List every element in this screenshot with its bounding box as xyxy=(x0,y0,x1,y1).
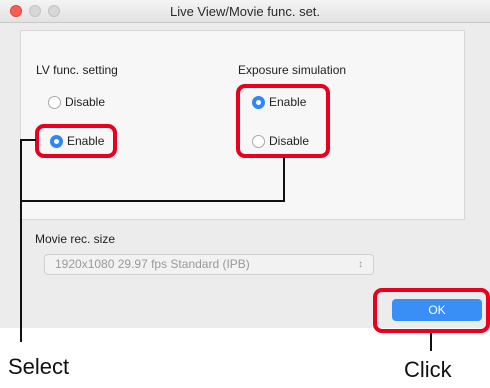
lv-enable-highlight xyxy=(35,124,117,158)
radio-off-icon xyxy=(48,95,61,109)
lv-func-setting-label: LV func. setting xyxy=(36,63,118,77)
settings-dialog: Live View/Movie func. set. LV func. sett… xyxy=(0,0,490,328)
movie-rec-size-value: 1920x1080 29.97 fps Standard (IPB) xyxy=(55,257,250,271)
exposure-simulation-label: Exposure simulation xyxy=(238,63,347,77)
lv-func-disable-radio[interactable]: Disable xyxy=(48,95,105,109)
movie-rec-size-label: Movie rec. size xyxy=(35,232,116,246)
title-bar: Live View/Movie func. set. xyxy=(0,0,490,23)
chevron-up-down-icon: ↕ xyxy=(358,259,363,270)
select-leader-horizontal xyxy=(20,200,285,202)
ok-button-highlight xyxy=(373,288,490,333)
select-caption: Select xyxy=(8,354,70,379)
lv-func-disable-label: Disable xyxy=(65,95,106,109)
window-title: Live View/Movie func. set. xyxy=(169,4,321,19)
movie-rec-size-select[interactable]: 1920x1080 29.97 fps Standard (IPB) ↕ xyxy=(44,254,374,275)
click-caption: Click xyxy=(404,357,452,382)
select-leader-top xyxy=(20,139,36,141)
select-leader-vertical xyxy=(20,139,22,342)
exposure-simulation-highlight xyxy=(236,84,330,158)
select-leader-riser xyxy=(283,157,285,202)
click-leader-line xyxy=(430,333,432,351)
